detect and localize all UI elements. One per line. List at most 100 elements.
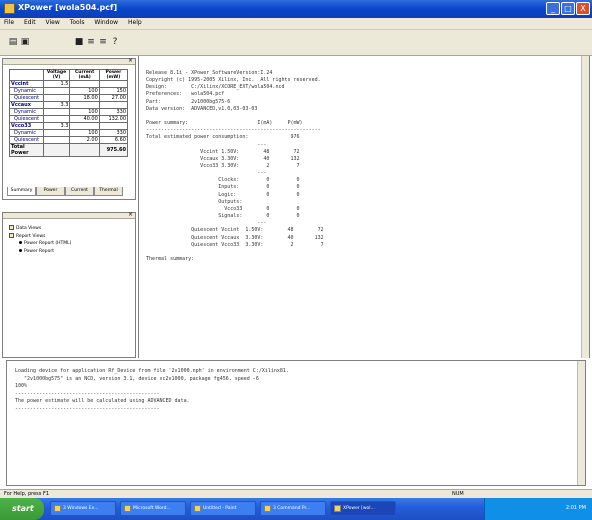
table-row[interactable]: Vccaux 3.3	[9, 101, 129, 109]
console-line: ----------------------------------------…	[15, 405, 160, 412]
table-cell: 132.00	[98, 115, 129, 123]
table-cell	[42, 87, 71, 95]
bullet-icon	[19, 249, 22, 252]
table-row[interactable]: Vcco33 3.3	[9, 122, 129, 130]
table-cell: 100	[69, 129, 100, 137]
taskbar: start 3 Windows Ex... Microsoft Word... …	[0, 498, 592, 520]
taskbar-button-label: Microsoft Word...	[133, 506, 171, 511]
report-line: Part: 2v1000bg575-6	[146, 98, 231, 105]
tab-thermal[interactable]: Thermal	[94, 187, 123, 196]
taskbar-button-label: 3 Command Pr...	[273, 506, 311, 511]
tree-item-power-report-html[interactable]: Power Report (HTML)	[19, 241, 71, 246]
report-line: Power summary: I(mA) P(mW)	[146, 120, 303, 127]
console-scrollbar[interactable]	[577, 361, 585, 485]
toolbar: ▤ ▣ ■ ≡ ≡ ?	[0, 30, 592, 56]
report-line: Thermal summary:	[146, 256, 195, 263]
table-header: Current (mA)	[69, 69, 100, 81]
report-line: ----------------------------------------…	[146, 127, 321, 134]
menu-file[interactable]: File	[0, 18, 18, 27]
report-line: Vcco33 3.30V: 2 7	[146, 163, 300, 170]
taskbar-button-label: XPower [wol...	[343, 506, 375, 511]
align-icon[interactable]: ≡	[98, 37, 108, 48]
table-cell	[42, 129, 71, 137]
table-cell: 975.60	[98, 143, 129, 157]
tab-summary[interactable]: Summary	[7, 187, 36, 196]
table-cell	[42, 143, 71, 157]
help-icon[interactable]: ?	[110, 37, 120, 48]
table-cell: 2.00	[69, 136, 100, 144]
panel-close-icon[interactable]: ×	[128, 57, 133, 64]
table-row[interactable]: Quiescent 2.00 6.60	[9, 136, 129, 144]
status-bar: For Help, press F1 NUM	[0, 489, 592, 498]
estimates-panel: × Voltage (V) Current (mA) Power (mW) Vc…	[2, 57, 136, 200]
table-cell: 1.5	[42, 80, 71, 88]
row-name: Vcco33	[9, 122, 44, 130]
system-tray: 2:01 PM	[484, 498, 592, 520]
app-icon	[4, 3, 15, 14]
tab-power[interactable]: Power	[36, 187, 65, 196]
report-line: Design: C:/Xilinx/XCORE_EXT/wola504.ncd	[146, 84, 285, 91]
bullet-icon	[19, 241, 22, 244]
table-cell	[42, 108, 71, 116]
report-scrollbar[interactable]	[581, 56, 589, 358]
report-line: Outputs:	[146, 198, 243, 205]
table-cell	[42, 115, 71, 123]
taskbar-button[interactable]: Untitled - Paint	[190, 501, 256, 516]
tree-panel: × Data Views Report Views Power Report (…	[2, 211, 136, 358]
table-row[interactable]: Dynamic 100 150	[9, 87, 129, 95]
taskbar-button[interactable]: Microsoft Word...	[120, 501, 186, 516]
close-button[interactable]: X	[576, 2, 590, 15]
tree-item-power-report[interactable]: Power Report	[19, 249, 54, 254]
title-bar[interactable]: XPower [wola504.pcf] _ □ X	[0, 0, 592, 18]
maximize-button[interactable]: □	[561, 2, 575, 15]
panel-tabs: Summary Power Current Thermal	[7, 187, 129, 196]
window-icon	[334, 505, 341, 512]
menu-view[interactable]: View	[42, 18, 64, 27]
row-name: Dynamic	[9, 129, 44, 137]
table-cell: 330	[98, 108, 129, 116]
report-line: Data version: ADVANCED,v1.0,03-03-03	[146, 105, 258, 112]
tab-current[interactable]: Current	[65, 187, 94, 196]
taskbar-button[interactable]: 3 Command Pr...	[260, 501, 326, 516]
menu-help[interactable]: Help	[124, 18, 146, 27]
menu-edit[interactable]: Edit	[20, 18, 40, 27]
taskbar-button-active[interactable]: XPower [wol...	[330, 501, 396, 516]
table-row[interactable]: Quiescent 18.00 27.00	[9, 94, 129, 102]
table-cell: 150	[98, 87, 129, 95]
table-cell: 40.00	[69, 115, 100, 123]
tree-item-label: Report Views	[16, 234, 46, 239]
table-row[interactable]: Dynamic 100 330	[9, 108, 129, 116]
table-row[interactable]: Quiescent 40.00 132.00	[9, 115, 129, 123]
report-view[interactable]: Release 8.1i - XPower SoftwareVersion:I.…	[138, 56, 590, 358]
start-button[interactable]: start	[0, 498, 44, 520]
report-line: Vccint 1.50V: 48 72	[146, 148, 300, 155]
minimize-button[interactable]: _	[546, 2, 560, 15]
table-cell	[98, 122, 129, 130]
taskbar-button[interactable]: 3 Windows Ex...	[50, 501, 116, 516]
panel-close-icon[interactable]: ×	[128, 211, 133, 218]
window-icon	[54, 505, 61, 512]
bold-icon[interactable]: ■	[74, 37, 84, 48]
report-line: Clocks: 0 0	[146, 177, 300, 184]
list-icon[interactable]: ≡	[86, 37, 96, 48]
table-row[interactable]: Total Power 975.60	[9, 143, 129, 157]
table-cell: 6.60	[98, 136, 129, 144]
table-cell: 3.3	[42, 101, 71, 109]
tree-item-report-views[interactable]: Report Views	[9, 233, 45, 239]
console-panel[interactable]: Loading device for application Rf_Device…	[6, 360, 586, 486]
table-cell	[69, 122, 100, 130]
table-cell: 27.00	[98, 94, 129, 102]
report-line: Release 8.1i - XPower SoftwareVersion:I.…	[146, 70, 273, 76]
estimates-table: Voltage (V) Current (mA) Power (mW) Vcci…	[9, 69, 129, 157]
table-row[interactable]: Vccint 1.5	[9, 80, 129, 88]
report-line: Total estimated power consumption: 976	[146, 134, 300, 141]
menu-bar: File Edit View Tools Window Help	[0, 18, 592, 30]
tree-item-data-views[interactable]: Data Views	[9, 225, 41, 231]
report-line: Inputs: 0 0	[146, 184, 300, 191]
table-row[interactable]: Dynamic 100 330	[9, 129, 129, 137]
row-name: Total Power	[9, 143, 44, 157]
save-icon[interactable]: ▣	[20, 37, 30, 48]
menu-tools[interactable]: Tools	[66, 18, 89, 27]
menu-window[interactable]: Window	[90, 18, 122, 27]
open-icon[interactable]: ▤	[8, 37, 18, 48]
